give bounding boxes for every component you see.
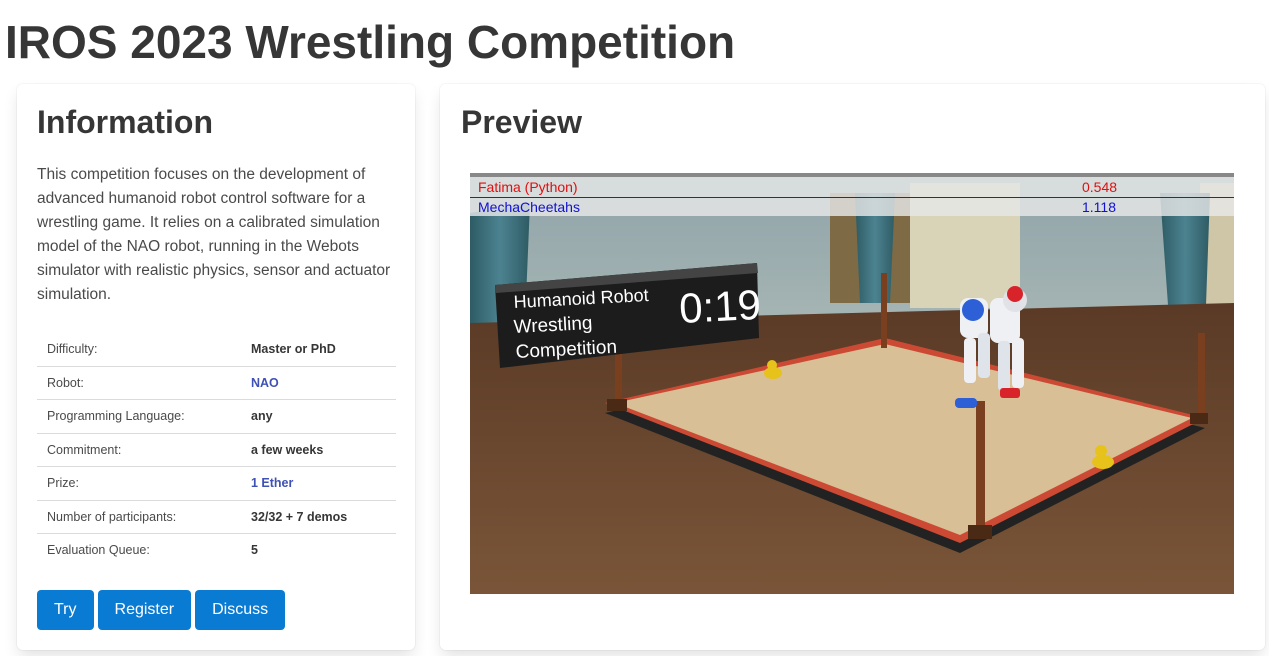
table-row: Evaluation Queue: 5 (37, 534, 396, 567)
ring-post (1198, 333, 1205, 421)
queue-value: 5 (251, 543, 258, 558)
player-score: 1.118 (1082, 199, 1116, 215)
language-label: Programming Language: (37, 399, 241, 434)
commitment-label: Commitment: (37, 433, 241, 467)
table-row: Commitment: a few weeks (37, 433, 396, 467)
difficulty-value: Master or PhD (241, 333, 396, 367)
action-buttons: Try Register Discuss (37, 590, 286, 630)
ring-post (976, 401, 985, 539)
participants-value: 32/32 + 7 demos (241, 500, 396, 534)
player-score: 0.548 (1082, 179, 1118, 195)
table-row: Robot: NAO (37, 366, 396, 400)
participants-label: Number of participants: (37, 500, 241, 534)
rubber-duck (767, 360, 777, 370)
scoreboard-line2: Wrestling (513, 313, 593, 338)
queue-label: Evaluation Queue: (47, 543, 150, 558)
table-row: Difficulty: Master or PhD (37, 333, 396, 367)
commitment-value: a few weeks (241, 433, 396, 467)
information-card: Information This competition focuses on … (17, 84, 415, 650)
preview-heading: Preview (461, 104, 582, 140)
preview-card: Preview Humanoid Robot Wrestling Competi… (440, 84, 1265, 650)
player-name: Fatima (Python) (478, 179, 578, 195)
player-row-blue: MechaCheetahs 1.118 (470, 198, 1234, 217)
table-row: Programming Language: any (37, 399, 396, 434)
rubber-duck (1092, 455, 1114, 469)
table-row: Prize: 1 Ether (37, 466, 396, 501)
prize-label: Prize: (37, 466, 241, 501)
ring-post-base (968, 525, 992, 539)
simulation-preview[interactable]: Humanoid Robot Wrestling Competition 0:1… (470, 173, 1234, 594)
scoreboard-time: 0:19 (678, 281, 762, 332)
ring-post-base (607, 399, 627, 411)
register-button[interactable]: Register (97, 590, 192, 630)
difficulty-label: Difficulty: (37, 333, 241, 367)
player-name: MechaCheetahs (478, 199, 580, 215)
page-title: IROS 2023 Wrestling Competition (5, 16, 736, 68)
ring-post (881, 273, 887, 348)
robot-link[interactable]: NAO (241, 366, 396, 400)
competition-description: This competition focuses on the developm… (37, 166, 391, 303)
information-heading: Information (37, 104, 213, 140)
competition-details-table: Difficulty: Master or PhD Robot: NAO Pro… (37, 333, 396, 567)
score-overlay: Fatima (Python) 0.548 MechaCheetahs 1.11… (470, 173, 1234, 216)
prize-link[interactable]: 1 Ether (241, 466, 396, 501)
rubber-duck (1095, 445, 1107, 457)
discuss-button[interactable]: Discuss (195, 590, 286, 630)
ring-post-base (1190, 413, 1208, 424)
language-value: any (241, 399, 396, 434)
simulation-scene: Humanoid Robot Wrestling Competition 0:1… (470, 173, 1234, 594)
table-row: Number of participants: 32/32 + 7 demos (37, 500, 396, 534)
try-button[interactable]: Try (37, 590, 94, 630)
robot-label: Robot: (37, 366, 241, 400)
player-row-red: Fatima (Python) 0.548 (470, 178, 1234, 198)
